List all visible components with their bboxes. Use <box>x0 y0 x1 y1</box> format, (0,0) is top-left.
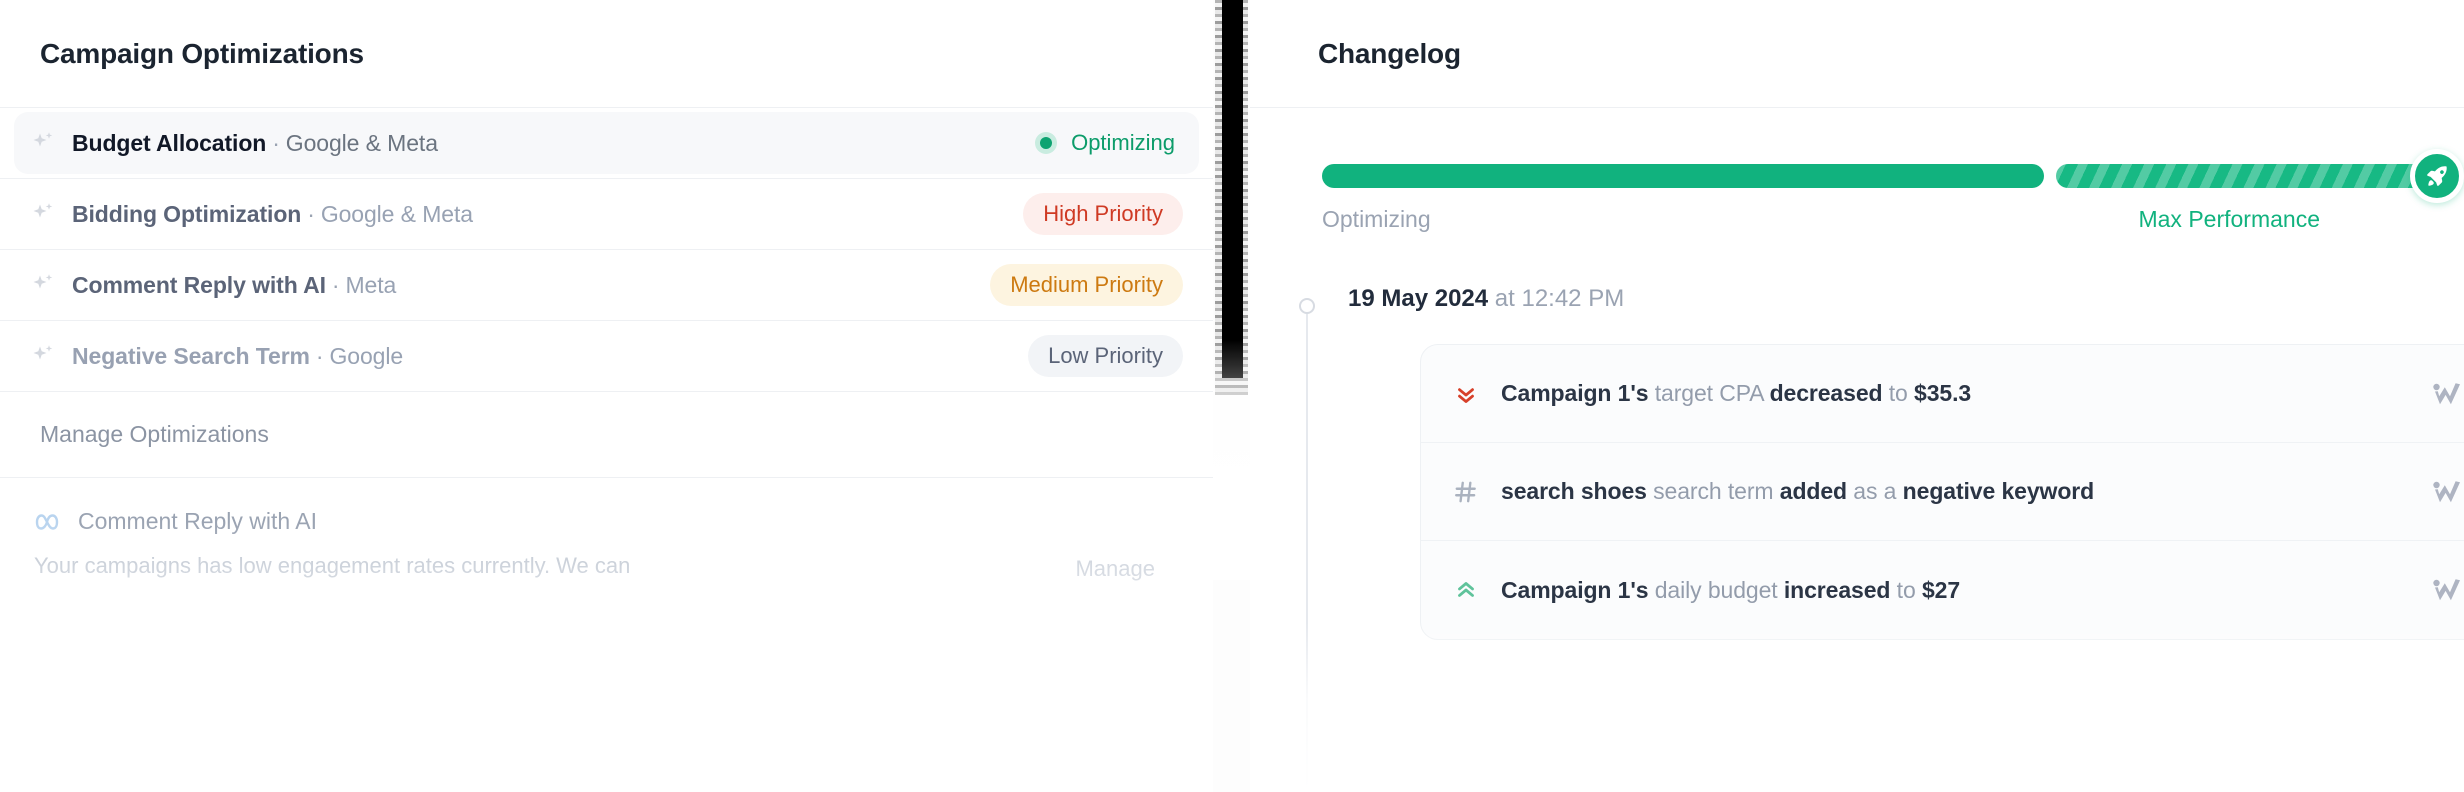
left-panel-header: Campaign Optimizations <box>0 0 1213 108</box>
double-chevron-up-icon <box>1451 577 1481 603</box>
optimization-status-container: Medium Priority <box>990 264 1183 306</box>
optimization-status-container: Low Priority <box>1028 335 1183 377</box>
changelog-title: Changelog <box>1318 37 1461 69</box>
progress-bar-max-performance <box>2056 164 2448 188</box>
manage-card-title: Comment Reply with AI <box>78 508 318 534</box>
double-chevron-down-icon <box>1451 381 1481 407</box>
manage-button[interactable]: Manage <box>1075 556 1155 582</box>
status-dot-icon <box>1035 132 1058 154</box>
changelog-entries-card: Campaign 1's target CPA decreased to $35… <box>1420 344 2464 640</box>
manage-card-description: Your campaigns has low engagement rates … <box>34 553 631 578</box>
optimization-platform: Google & Meta <box>285 129 438 156</box>
optimization-row[interactable]: Bidding Optimization · Google & Meta High P… <box>0 179 1213 250</box>
manage-card-header: Comment Reply with AI <box>34 508 1173 535</box>
timeline-dot <box>1299 298 1315 314</box>
status-badge: Optimizing <box>1035 130 1183 156</box>
optimization-name: Negative Search Term <box>72 342 310 369</box>
changelog-entry-text: search shoes search term added as a nega… <box>1501 478 2095 504</box>
rocket-badge <box>2410 149 2464 203</box>
timeline-time: 12:42 PM <box>1521 285 1625 312</box>
app-root: Campaign Optimizations Budget Allocation… <box>0 0 2464 792</box>
optimization-platform: Google <box>329 342 404 369</box>
optimization-platform: Google & Meta <box>320 200 473 227</box>
progress-label-max-performance: Max Performance <box>2138 206 2320 232</box>
w-logo-icon <box>2428 380 2464 408</box>
optimization-row[interactable]: Negative Search Term · Google Low Priority <box>0 321 1213 392</box>
scrollbar-fade-overlay <box>1213 340 1250 580</box>
status-badge: Medium Priority <box>990 264 1183 306</box>
changelog-entry-text: Campaign 1's daily budget increased to $… <box>1501 576 1961 603</box>
optimization-separator: · <box>307 200 315 227</box>
optimization-label: Bidding Optimization · Google & Meta <box>72 201 473 228</box>
right-panel-fade-overlay <box>1250 622 2464 792</box>
optimization-name: Bidding Optimization <box>72 200 302 227</box>
optimization-name: Comment Reply with AI <box>72 271 326 298</box>
progress-bars <box>1322 149 2464 203</box>
optimization-separator: · <box>272 129 280 156</box>
optimization-row-inner: Negative Search Term · Google Low Priority <box>14 325 1199 387</box>
progress-bar-labels: Optimizing Max Performance <box>1322 206 2448 233</box>
performance-progress-section: Optimizing Max Performance <box>1250 108 2464 233</box>
progress-bar-max-performance-wrap <box>2056 149 2464 203</box>
page-title: Campaign Optimizations <box>40 37 364 69</box>
changelog-timeline: 19 May 2024 at 12:42 PM Campaign 1's tar… <box>1250 285 2464 792</box>
manage-optimization-card[interactable]: Comment Reply with AI Your campaigns has… <box>0 478 1213 598</box>
panel-scrollbar[interactable] <box>1213 0 1250 792</box>
timeline-date-row: 19 May 2024 at 12:42 PM <box>1322 285 2464 313</box>
meta-infinity-icon <box>34 512 60 532</box>
optimization-name: Budget Allocation <box>72 129 267 156</box>
changelog-panel: Changelog Optimizing Max Performance 19 … <box>1250 0 2464 792</box>
timeline-line <box>1306 311 1308 792</box>
w-logo-icon <box>2428 478 2464 506</box>
optimizations-list: Budget Allocation · Google & Meta Optimizin… <box>0 108 1213 392</box>
progress-label-optimizing: Optimizing <box>1322 206 1431 232</box>
changelog-entry-text: Campaign 1's target CPA decreased to $35… <box>1501 380 1972 406</box>
sparkle-icon <box>30 343 56 369</box>
w-logo-icon <box>2428 576 2464 604</box>
changelog-header: Changelog <box>1250 0 2464 108</box>
sparkle-icon <box>30 130 56 156</box>
optimization-row-inner: Budget Allocation · Google & Meta Optimizin… <box>14 112 1199 174</box>
optimization-row[interactable]: Comment Reply with AI · Meta Medium Priorit… <box>0 250 1213 321</box>
optimization-status-container: High Priority <box>1023 193 1183 235</box>
status-badge: High Priority <box>1023 193 1183 235</box>
timeline-time-prefix: at <box>1494 285 1515 312</box>
scrollbar-thumb[interactable] <box>1222 0 1243 378</box>
optimization-label: Comment Reply with AI · Meta <box>72 272 396 299</box>
campaign-optimizations-panel: Campaign Optimizations Budget Allocation… <box>0 0 1213 792</box>
rocket-icon <box>2424 163 2450 189</box>
hash-icon <box>1451 479 1481 505</box>
status-badge: Low Priority <box>1028 335 1183 377</box>
optimization-label: Negative Search Term · Google <box>72 343 403 370</box>
sparkle-icon <box>30 272 56 298</box>
optimization-label: Budget Allocation · Google & Meta <box>72 130 438 157</box>
timeline-date: 19 May 2024 <box>1348 285 1489 312</box>
optimization-status-container: Optimizing <box>1035 130 1183 156</box>
changelog-entry-row[interactable]: Campaign 1's daily budget increased to $… <box>1421 541 2464 639</box>
optimization-separator: · <box>331 271 340 298</box>
optimization-row[interactable]: Budget Allocation · Google & Meta Optimizin… <box>0 108 1213 179</box>
section-header-label: Manage Optimizations <box>40 421 269 447</box>
status-label: Optimizing <box>1071 130 1175 155</box>
changelog-entry-row[interactable]: Campaign 1's target CPA decreased to $35… <box>1421 345 2464 443</box>
optimization-row-inner: Bidding Optimization · Google & Meta High P… <box>14 183 1199 245</box>
optimization-platform: Meta <box>345 271 397 298</box>
manage-optimizations-section-header: Manage Optimizations <box>0 392 1213 478</box>
sparkle-icon <box>30 201 56 227</box>
optimization-separator: · <box>315 342 324 369</box>
progress-bar-optimizing <box>1322 164 2044 188</box>
optimization-row-inner: Comment Reply with AI · Meta Medium Priorit… <box>14 254 1199 316</box>
changelog-entry-row[interactable]: search shoes search term added as a nega… <box>1421 443 2464 541</box>
